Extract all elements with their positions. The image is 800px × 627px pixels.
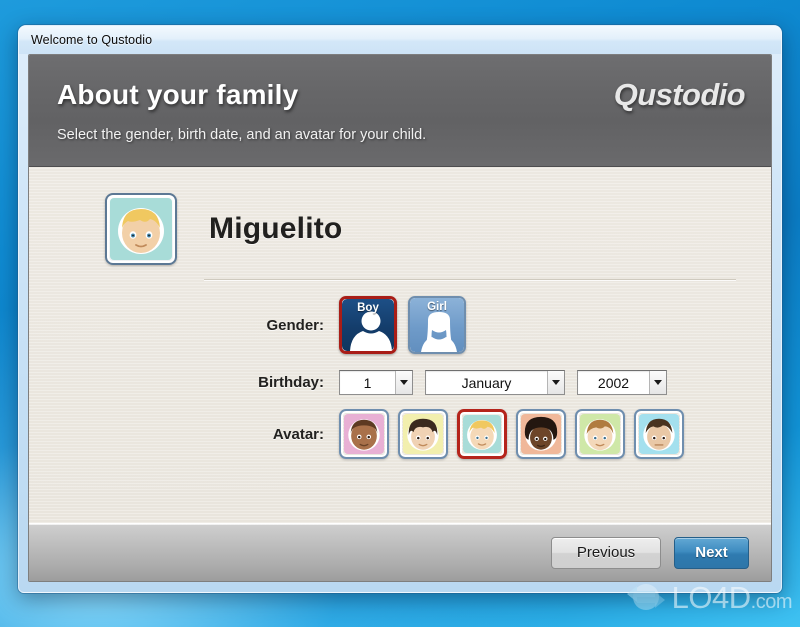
avatar-darkbrown-short-icon xyxy=(643,418,675,451)
year-chevron-down-icon[interactable] xyxy=(649,371,666,394)
boy-silhouette-icon xyxy=(350,311,392,351)
window-title: Welcome to Qustodio xyxy=(31,33,153,47)
dialog-footer: Previous Next xyxy=(29,523,771,581)
birthday-month-select[interactable]: January xyxy=(425,370,565,395)
window-titlebar: Welcome to Qustodio xyxy=(19,26,781,54)
avatar-option-3[interactable] xyxy=(457,409,507,459)
page-header: About your family Select the gender, bir… xyxy=(29,55,771,167)
next-button[interactable]: Next xyxy=(674,536,749,569)
application-window: Welcome to Qustodio About your family Se… xyxy=(18,25,782,593)
birthday-row: Birthday: 1 January 2002 xyxy=(29,370,771,395)
avatar-2-face xyxy=(403,414,443,454)
avatar-dark-short-icon xyxy=(348,419,380,451)
window-client-area: About your family Select the gender, bir… xyxy=(28,54,772,582)
birthday-year-value: 2002 xyxy=(597,374,630,391)
avatar-label: Avatar: xyxy=(272,425,324,443)
month-chevron-down-icon[interactable] xyxy=(547,371,564,394)
birthday-day-value: 1 xyxy=(363,374,372,391)
gender-girl-label: Girl xyxy=(427,301,447,313)
avatar-row: Avatar: xyxy=(29,409,771,459)
avatar-3-face xyxy=(463,415,501,453)
profile-row: Miguelito xyxy=(29,168,771,265)
avatar-option-2[interactable] xyxy=(398,409,448,459)
avatar-1-face xyxy=(344,414,384,454)
avatar-option-1[interactable] xyxy=(339,409,389,459)
avatar-option-5[interactable] xyxy=(575,409,625,459)
previous-button[interactable]: Previous xyxy=(551,536,661,569)
birthday-month-value: January xyxy=(461,374,512,391)
day-chevron-down-icon[interactable] xyxy=(395,371,412,394)
profile-name: Miguelito xyxy=(209,212,343,245)
section-divider xyxy=(204,279,736,280)
gender-boy-label: Boy xyxy=(357,302,379,314)
avatar-brown-short-icon xyxy=(584,419,616,451)
avatar-afro-dark-icon xyxy=(524,416,558,451)
girl-silhouette-icon xyxy=(421,312,457,352)
gender-option-boy[interactable]: Boy xyxy=(339,296,397,354)
qustodio-logo: Qustodio xyxy=(613,77,746,112)
avatar-5-face xyxy=(580,414,620,454)
form-content: Miguelito Gender: Boy Girl Birthday: 1 J… xyxy=(29,168,771,523)
avatar-4-face xyxy=(521,414,561,454)
gender-label: Gender: xyxy=(266,316,324,334)
gender-row: Gender: Boy Girl xyxy=(29,296,771,354)
birthday-label: Birthday: xyxy=(258,374,324,391)
avatar-blond-boy-icon xyxy=(110,198,172,260)
avatar-curly-brown-icon xyxy=(407,418,439,451)
profile-avatar xyxy=(105,193,177,265)
page-subtitle: Select the gender, birth date, and an av… xyxy=(57,127,427,143)
birthday-year-select[interactable]: 2002 xyxy=(577,370,667,395)
avatar-option-4[interactable] xyxy=(516,409,566,459)
gender-option-girl[interactable]: Girl xyxy=(408,296,466,354)
avatar-option-6[interactable] xyxy=(634,409,684,459)
avatar-6-face xyxy=(639,414,679,454)
birthday-day-select[interactable]: 1 xyxy=(339,370,413,395)
avatar-blond-short-icon xyxy=(467,419,497,450)
